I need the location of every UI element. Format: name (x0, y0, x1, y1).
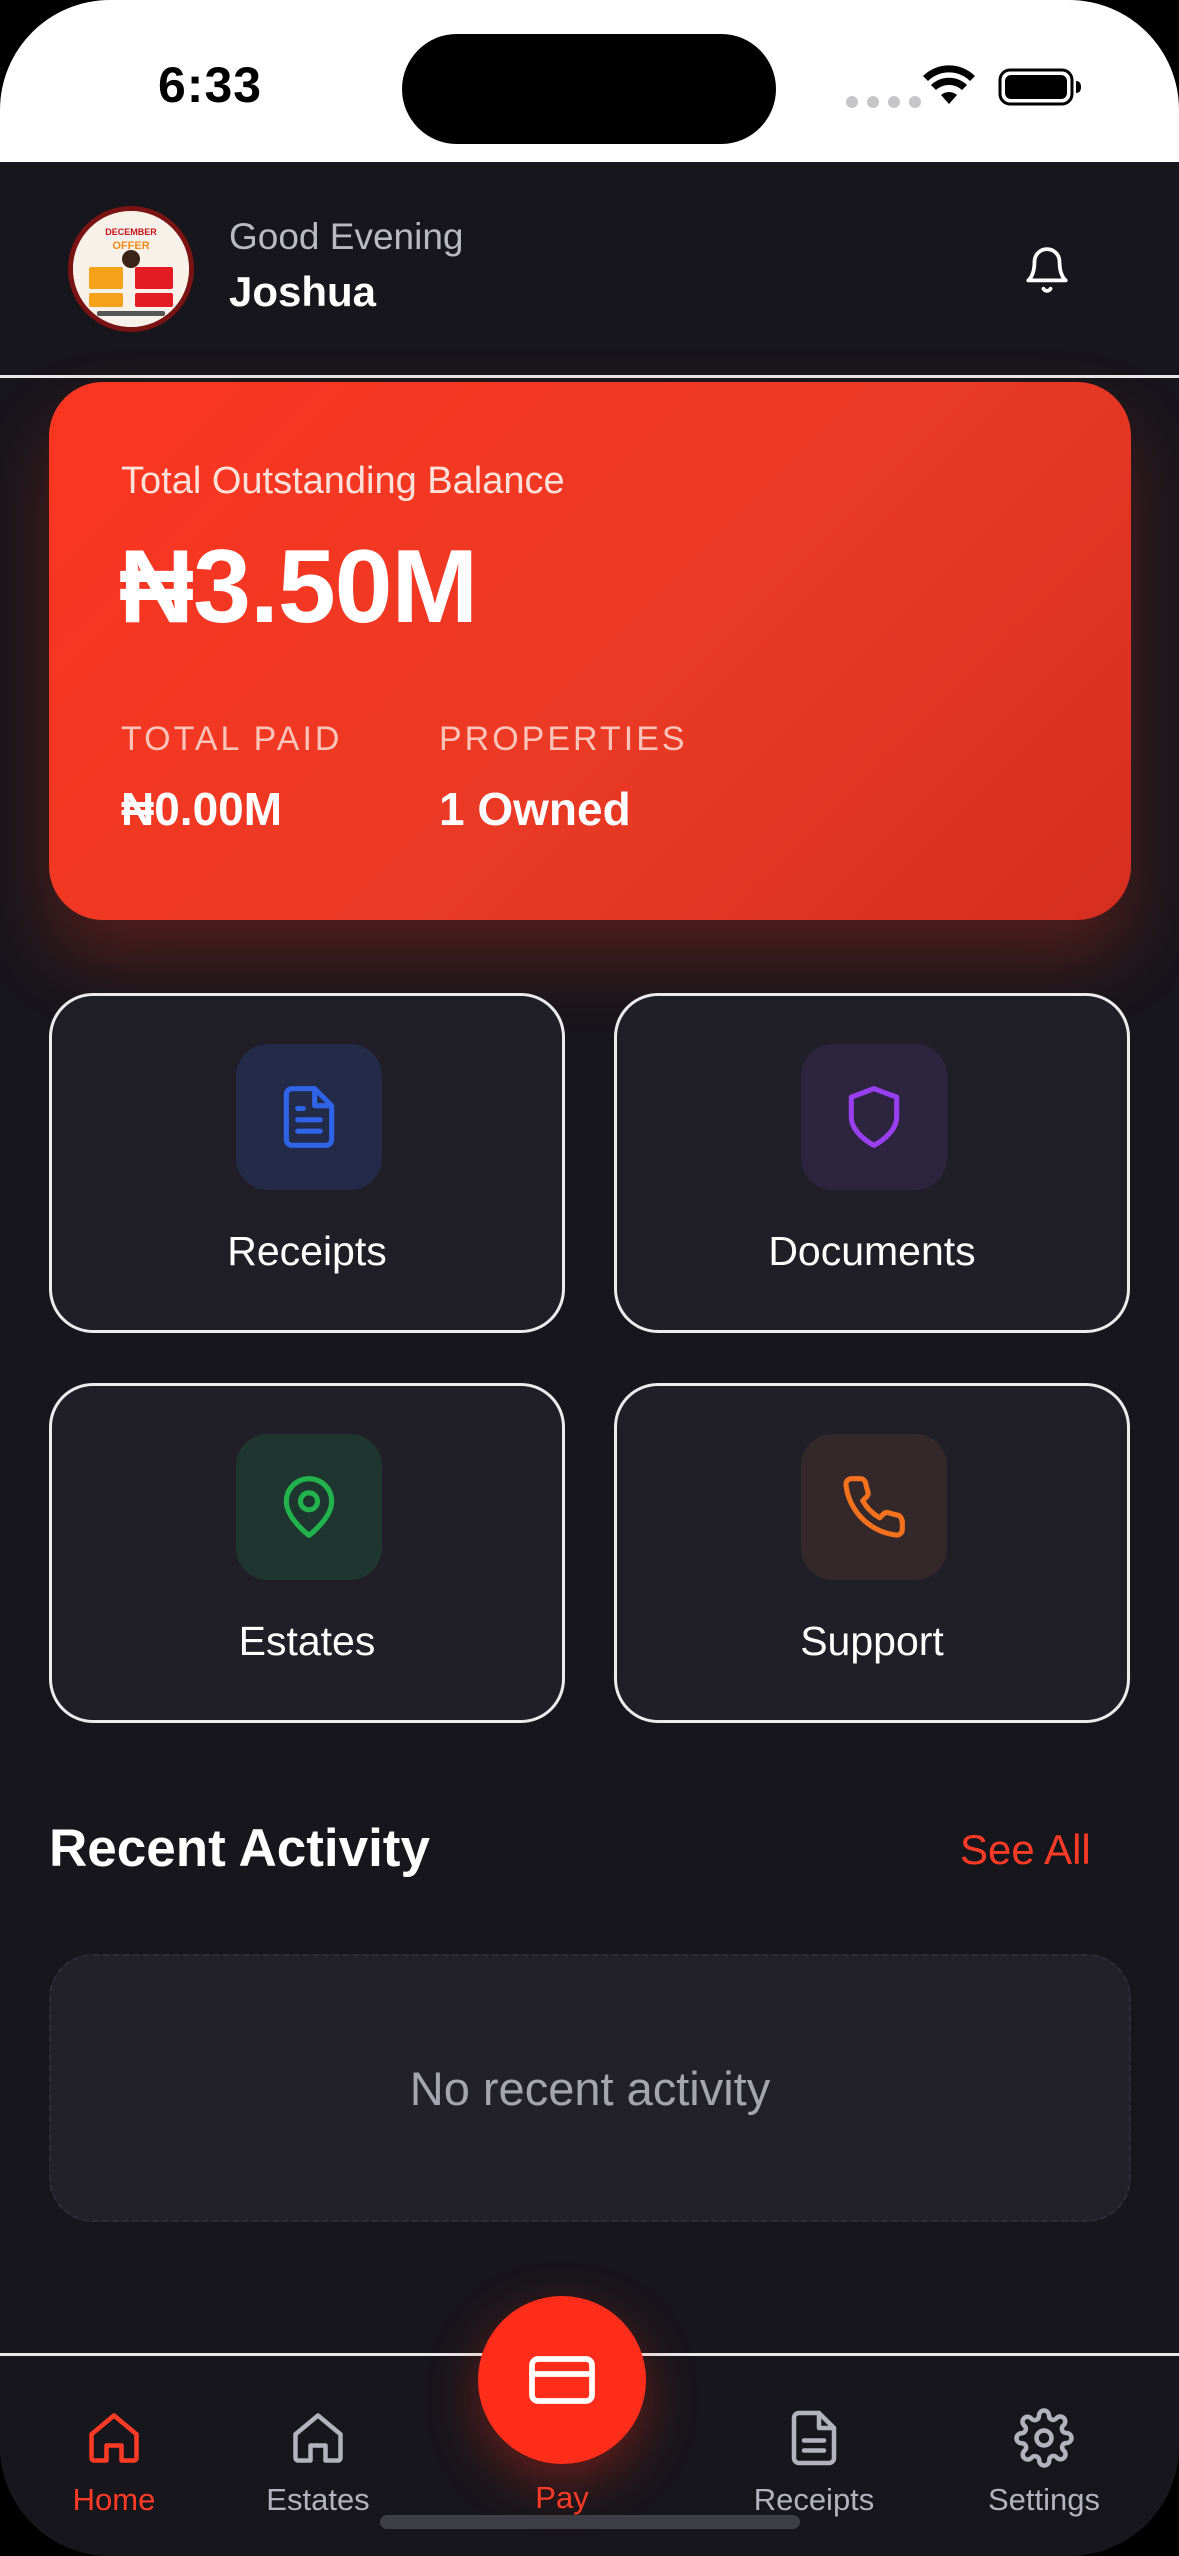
greeting-text: Good Evening (229, 216, 464, 257)
home-icon (293, 2413, 343, 2463)
recent-activity-title: Recent Activity (49, 1819, 430, 1878)
balance-amount: ₦3.50M (119, 529, 478, 645)
home-indicator (380, 2515, 800, 2529)
estates-tile-icon-box (236, 1434, 382, 1580)
nav-receipts-label: Receipts (753, 2482, 875, 2517)
support-tile-label: Support (800, 1618, 944, 1664)
document-icon (791, 2410, 837, 2466)
nav-settings-label: Settings (987, 2482, 1100, 2517)
support-tile[interactable]: Support (614, 1383, 1130, 1723)
avatar-promo-graphic: DECEMBER OFFER (73, 211, 189, 327)
balance-label: Total Outstanding Balance (121, 460, 565, 502)
shield-icon (848, 1086, 900, 1148)
credit-card-icon (529, 2356, 595, 2404)
user-name: Joshua (229, 268, 377, 315)
phone-icon (843, 1476, 905, 1538)
recent-activity-empty-state: No recent activity (49, 1954, 1131, 2222)
documents-tile-icon-box (801, 1044, 947, 1190)
wifi-icon (923, 65, 975, 104)
receipts-tile-icon-box (236, 1044, 382, 1190)
total-paid-label: TOTAL PAID (121, 720, 343, 758)
empty-state-text: No recent activity (409, 2061, 771, 2115)
avatar[interactable]: DECEMBER OFFER (68, 206, 194, 332)
receipts-tile-label: Receipts (227, 1228, 387, 1274)
documents-tile[interactable]: Documents (614, 993, 1130, 1333)
gear-icon (1014, 2408, 1074, 2468)
nav-home-label: Home (72, 2482, 156, 2517)
document-icon (283, 1086, 335, 1148)
properties-label: PROPERTIES (439, 720, 688, 758)
pay-button[interactable] (478, 2296, 646, 2464)
app-header: DECEMBER OFFER Good Evening Joshua (0, 162, 1179, 378)
support-tile-icon-box (801, 1434, 947, 1580)
documents-tile-label: Documents (768, 1228, 976, 1274)
properties-value: 1 Owned (439, 783, 631, 835)
dynamic-island (402, 34, 776, 144)
nav-estates-label: Estates (266, 2482, 370, 2517)
svg-text:DECEMBER: DECEMBER (105, 227, 157, 237)
estates-tile-label: Estates (238, 1618, 376, 1664)
estates-tile[interactable]: Estates (49, 1383, 565, 1723)
balance-card[interactable]: Total Outstanding Balance ₦3.50M TOTAL P… (49, 382, 1131, 920)
app-screen: 6:33 DECEMBER OFFER Good Evening Joshua … (0, 0, 1179, 2556)
status-bar: 6:33 (0, 0, 1179, 162)
nav-settings[interactable]: Settings (944, 2408, 1144, 2518)
total-paid-value: ₦0.00M (121, 783, 283, 835)
receipts-tile[interactable]: Receipts (49, 993, 565, 1333)
nav-estates[interactable]: Estates (218, 2408, 418, 2518)
nav-receipts[interactable]: Receipts (714, 2408, 914, 2518)
see-all-link[interactable]: See All (960, 1826, 1091, 1874)
battery-icon (998, 68, 1081, 106)
home-icon (89, 2413, 139, 2463)
cellular-signal-icon (846, 96, 921, 108)
avatar-image: DECEMBER OFFER (73, 211, 189, 327)
nav-home[interactable]: Home (14, 2408, 214, 2518)
map-pin-icon (283, 1476, 335, 1538)
notification-bell-icon[interactable] (1022, 242, 1072, 298)
status-time: 6:33 (158, 57, 263, 113)
nav-pay-label[interactable]: Pay (478, 2480, 646, 2516)
